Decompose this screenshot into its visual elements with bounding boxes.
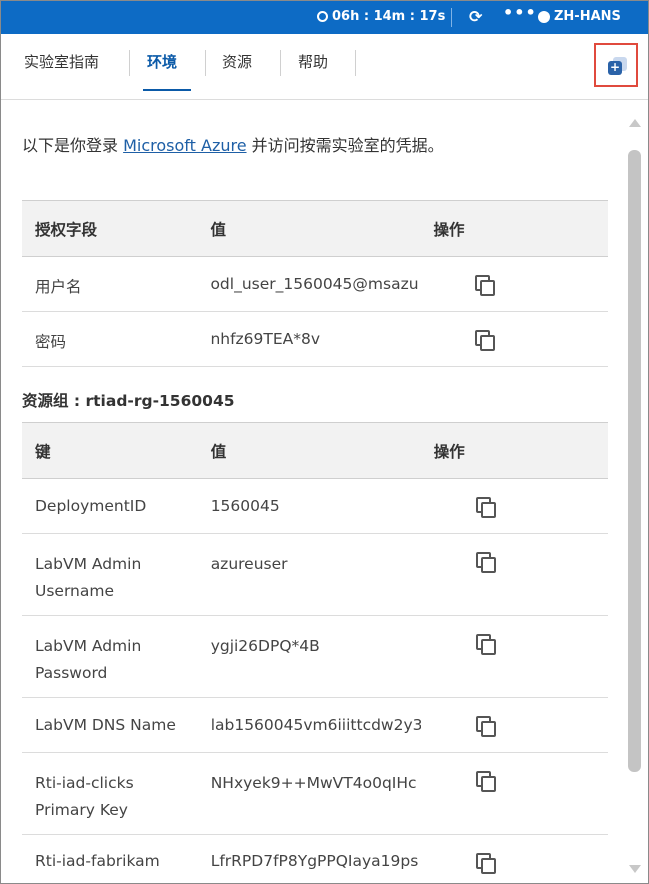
field-value[interactable]: nhfz69TEA*8v	[210, 330, 420, 348]
scrollbar-thumb[interactable]	[628, 150, 641, 772]
intro-prefix: 以下是你登录	[22, 136, 124, 155]
table-row: 用户名 odl_user_1560045@msazu	[22, 256, 608, 312]
intro-text: 以下是你登录 Microsoft Azure 并访问按需实验室的凭据。	[22, 132, 444, 156]
refresh-icon[interactable]: ⟳	[469, 7, 482, 26]
field-name: 用户名	[22, 256, 198, 312]
key-line-1: Rti-iad-clicks	[35, 774, 134, 792]
column-header-value: 值	[197, 200, 421, 257]
key-line-2: Password	[35, 664, 108, 682]
top-bar: 06h : 14m : 17s ⟳ ••• ZH-HANS	[1, 1, 648, 34]
key-name: LabVM Admin Username	[22, 533, 198, 616]
table-row: LabVM DNS Name lab1560045vm6iiittcdw2y3	[22, 697, 608, 753]
globe-icon	[538, 10, 550, 23]
resource-table: 键 值 操作 DeploymentID 1560045 LabVM Admin U…	[22, 422, 608, 883]
key-value[interactable]: ygji26DPQ*4B	[211, 633, 421, 660]
key-value[interactable]: lab1560045vm6iiittcdw2y3	[211, 716, 421, 734]
environment-content: 以下是你登录 Microsoft Azure 并访问按需实验室的凭据。 授权字段…	[1, 101, 623, 883]
copy-icon[interactable]	[475, 634, 496, 655]
active-tab-indicator	[143, 89, 191, 91]
table-row: LabVM Admin Username azureuser	[22, 533, 608, 616]
tab-resources[interactable]: 资源	[222, 51, 252, 72]
key-name: Rti-iad-fabrikam	[22, 834, 198, 883]
key-name: DeploymentID	[22, 478, 198, 534]
table-row: LabVM Admin Password ygji26DPQ*4B	[22, 615, 608, 698]
tab-environment[interactable]: 环境	[147, 51, 177, 72]
azure-link[interactable]: Microsoft Azure	[123, 136, 246, 155]
topbar-divider	[451, 8, 452, 27]
column-header-action: 操作	[420, 422, 608, 479]
table-row: Rti-iad-fabrikam LfrRPD7fP8YgPPQIaya19ps	[22, 834, 608, 883]
table-header-row: 授权字段 值 操作	[22, 200, 608, 257]
key-value[interactable]: azureuser	[211, 551, 421, 578]
key-line-1: LabVM Admin	[35, 637, 142, 655]
lab-panel: 06h : 14m : 17s ⟳ ••• ZH-HANS 实验室指南 环境 资…	[0, 0, 649, 884]
key-value[interactable]: 1560045	[211, 497, 421, 515]
key-name: LabVM DNS Name	[22, 697, 198, 753]
resource-group-label: 资源组 : rtiad-rg-1560045	[22, 392, 235, 410]
language-selector[interactable]: ZH-HANS	[538, 9, 621, 24]
copy-icon[interactable]	[475, 330, 496, 351]
tab-divider	[280, 50, 281, 76]
field-name: 密码	[22, 311, 198, 367]
tab-divider	[355, 50, 356, 76]
copy-icon[interactable]	[475, 771, 496, 792]
column-header-action: 操作	[420, 200, 608, 257]
vertical-scrollbar[interactable]	[627, 113, 643, 883]
tab-help[interactable]: 帮助	[298, 51, 328, 72]
key-value[interactable]: NHxyek9++MwVT4o0qIHc	[211, 770, 421, 797]
field-value[interactable]: odl_user_1560045@msazu	[210, 275, 420, 293]
timer-text: 06h : 14m : 17s	[332, 9, 446, 24]
table-row: Rti-iad-clicks Primary Key NHxyek9++MwVT4…	[22, 752, 608, 835]
table-row: DeploymentID 1560045	[22, 478, 608, 534]
key-value[interactable]: LfrRPD7fP8YgPPQIaya19ps	[211, 852, 421, 870]
key-name: Rti-iad-clicks Primary Key	[22, 752, 198, 835]
key-line-1: DeploymentID	[35, 497, 147, 515]
key-name: LabVM Admin Password	[22, 615, 198, 698]
scroll-down-arrow-icon[interactable]	[629, 865, 641, 873]
new-window-icon: +	[608, 60, 622, 75]
copy-icon[interactable]	[475, 275, 496, 296]
table-row: 密码 nhfz69TEA*8v	[22, 311, 608, 367]
copy-icon[interactable]	[475, 716, 496, 737]
table-header-row: 键 值 操作	[22, 422, 608, 479]
column-header-value: 值	[197, 422, 421, 479]
tab-divider	[129, 50, 130, 76]
tab-lab-guide[interactable]: 实验室指南	[24, 51, 99, 72]
copy-icon[interactable]	[475, 853, 496, 874]
credentials-table: 授权字段 值 操作 用户名 odl_user_1560045@msazu 密码 …	[22, 200, 608, 367]
more-options-button[interactable]: •••	[503, 3, 537, 22]
language-label: ZH-HANS	[554, 9, 621, 24]
key-line-2: Username	[35, 582, 115, 600]
key-line-1: LabVM Admin	[35, 555, 142, 573]
intro-suffix: 并访问按需实验室的凭据。	[246, 136, 444, 155]
key-line-2: Primary Key	[35, 801, 128, 819]
open-new-window-button[interactable]: +	[594, 43, 638, 87]
clock-icon	[317, 11, 328, 22]
copy-icon[interactable]	[475, 552, 496, 573]
scroll-up-arrow-icon[interactable]	[629, 119, 641, 127]
key-line-1: LabVM DNS Name	[35, 716, 176, 734]
column-header-key: 键	[22, 422, 198, 479]
column-header-field: 授权字段	[22, 200, 198, 257]
key-line-1: Rti-iad-fabrikam	[35, 852, 160, 870]
tab-bar: 实验室指南 环境 资源 帮助 +	[1, 34, 648, 100]
lab-timer: 06h : 14m : 17s	[317, 9, 445, 24]
copy-icon[interactable]	[475, 497, 496, 518]
tab-divider	[205, 50, 206, 76]
